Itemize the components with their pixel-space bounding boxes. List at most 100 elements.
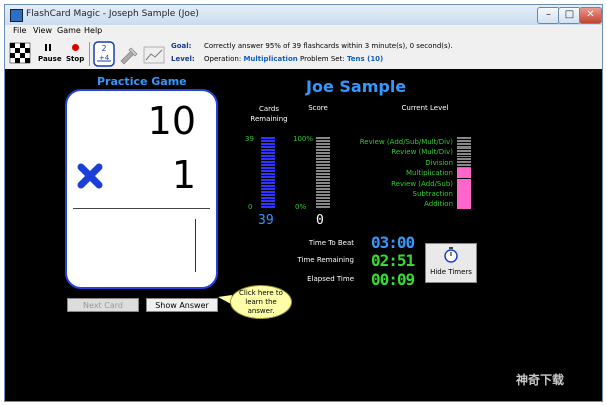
minimize-button[interactable]: – [537,7,560,24]
close-button[interactable]: ✕ [579,7,602,24]
level-bar [457,199,471,210]
score-header: Score [308,104,328,112]
pause-button[interactable]: Pause [38,55,62,63]
time-remaining-label: Time Remaining [297,256,354,264]
meter-segment [316,203,330,205]
tools-icon[interactable] [118,45,140,65]
cards-remaining-meter [261,136,275,208]
meter-segment [261,182,275,184]
meter-segment [261,203,275,205]
level-item: Review (Mult/Div) [343,147,473,158]
menu-bar: File View Game Help [5,25,602,40]
menu-file[interactable]: File [13,26,26,35]
meter-segment [261,194,275,196]
problem-set-value: Tens (10) [346,55,384,63]
score-min-label: 0% [295,203,307,211]
meter-segment [261,191,275,193]
level-bar [457,168,471,179]
meter-segment [261,146,275,148]
level-label: Addition [424,200,453,209]
pause-icon[interactable] [45,44,52,51]
top-number: 10 [147,99,196,143]
maximize-button[interactable]: □ [558,7,581,24]
menu-help[interactable]: Help [84,26,102,35]
level-item: Review (Add/Sub/Mult/Div) [343,137,473,147]
time-to-beat-value: 03:00 [371,233,415,252]
goal-text: Correctly answer 95% of 39 flashcards wi… [204,42,453,50]
level-item: Review (Add/Sub) [343,178,473,189]
stopwatch-icon [444,247,458,263]
meter-segment [261,167,275,169]
goal-label: Goal: [171,42,192,50]
hint-bubble[interactable]: Click here to learn the answer. [230,285,292,319]
answer-input[interactable] [195,219,196,272]
meter-segment [316,191,330,193]
hide-timers-button[interactable]: Hide Timers [425,243,477,283]
time-to-beat-label: Time To Beat [308,239,354,247]
level-bar [457,137,471,147]
meter-segment [261,149,275,151]
app-window: FlashCard Magic - Joseph Sample (Joe) – … [4,4,603,402]
bottom-number: 1 [171,153,196,197]
meter-segment [261,161,275,163]
score-max-label: 100% [293,135,314,143]
meter-segment [316,200,330,202]
meter-segment [316,155,330,157]
next-card-button[interactable]: Next Card [67,298,139,312]
game-area: Practice Game Joe Sample 10 1 Next Card … [5,69,602,401]
show-answer-button[interactable]: Show Answer [146,298,218,312]
toolbar-divider [89,42,90,66]
meter-segment [316,140,330,142]
meter-segment [316,173,330,175]
app-icon [10,9,23,22]
level-label: Subtraction [412,190,454,198]
cards-max-label: 39 [245,135,254,143]
meter-segment [261,164,275,166]
meter-segment [261,206,275,208]
level-item: Multiplication [343,168,473,179]
meter-segment [316,152,330,154]
operation-value: Multiplication [243,55,298,63]
toolbar: Pause Stop 2 +4 Goal: Correctly answer 9… [5,39,602,70]
elapsed-time-label: Elapsed Time [307,275,354,283]
chart-icon[interactable] [143,45,165,65]
operation-label: Operation: [204,55,242,63]
level-item: Division [343,157,473,168]
meter-segment [316,194,330,196]
meter-segment [261,185,275,187]
cards-remaining-value: 39 [258,213,274,228]
meter-segment [261,143,275,145]
multiply-icon [77,163,103,189]
meter-segment [261,173,275,175]
score-value: 0 [316,213,324,228]
meter-segment [316,143,330,145]
practice-game-title: Practice Game [97,75,187,88]
meter-segment [316,164,330,166]
meter-segment [316,197,330,199]
menu-game[interactable]: Game [57,26,81,35]
level-info: Operation: Multiplication Problem Set: T… [204,55,383,63]
meter-segment [316,170,330,172]
meter-segment [261,188,275,190]
flashcard-icon[interactable]: 2 +4 [93,41,115,67]
title-bar: FlashCard Magic - Joseph Sample (Joe) – … [5,5,602,25]
meter-segment [261,179,275,181]
answer-line [73,208,210,209]
level-label: Multiplication [406,169,453,178]
meter-segment [316,158,330,160]
stop-icon[interactable] [72,44,79,51]
cards-remaining-header: Cards Remaining [250,105,288,123]
meter-segment [261,200,275,202]
menu-view[interactable]: View [33,26,52,35]
checkered-flag-icon[interactable] [8,41,32,67]
meter-segment [316,137,330,139]
meter-segment [261,176,275,178]
meter-segment [316,176,330,178]
meter-segment [316,182,330,184]
level-bar [457,147,471,158]
meter-segment [261,158,275,160]
flashcard: 10 1 [65,89,218,289]
meter-segment [316,161,330,163]
stop-button[interactable]: Stop [66,55,84,63]
level-bar [457,189,471,199]
